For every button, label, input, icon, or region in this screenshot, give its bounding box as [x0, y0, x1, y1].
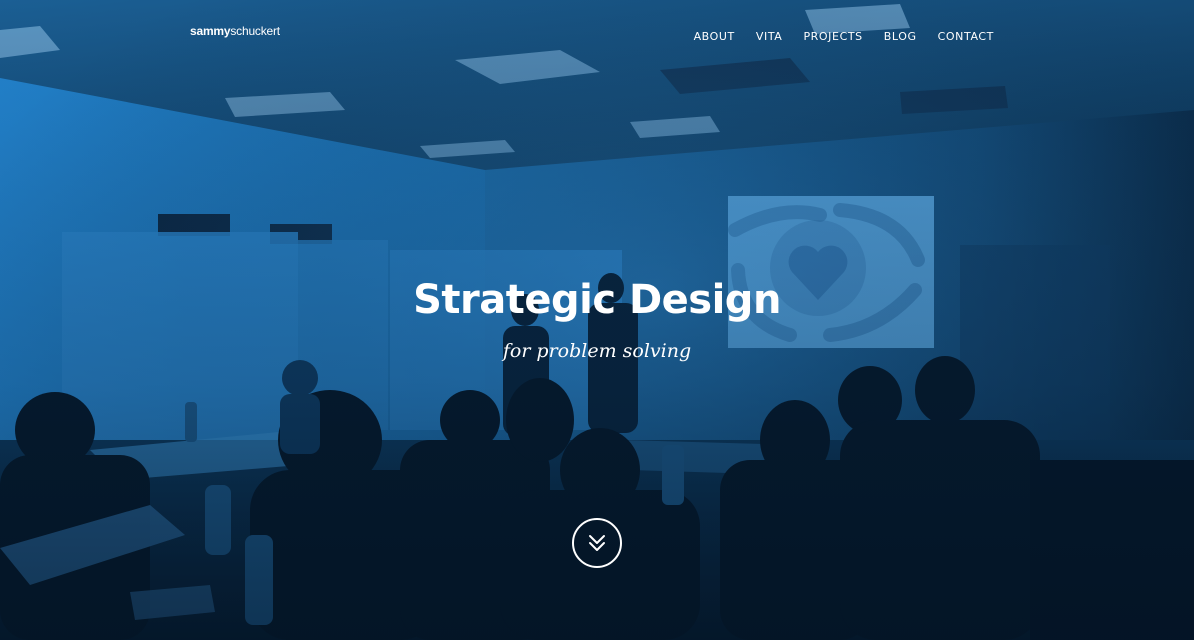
nav-link-projects[interactable]: PROJECTS — [803, 30, 862, 43]
double-chevron-down-icon — [589, 535, 605, 551]
nav-item-about: ABOUT — [694, 25, 735, 44]
main-nav: ABOUT VITA PROJECTS BLOG CONTACT — [673, 25, 994, 44]
hero-section: sammyschuckert ABOUT VITA PROJECTS BLOG … — [0, 0, 1194, 640]
hero-title: Strategic Design — [413, 277, 781, 323]
nav-link-contact[interactable]: CONTACT — [938, 30, 994, 43]
site-logo[interactable]: sammyschuckert — [190, 24, 280, 38]
scroll-down-button[interactable] — [572, 518, 622, 568]
hero-subtitle: for problem solving — [502, 340, 692, 362]
nav-item-projects: PROJECTS — [803, 25, 862, 44]
nav-link-about[interactable]: ABOUT — [694, 30, 735, 43]
logo-first-name: sammy — [190, 24, 231, 38]
nav-link-vita[interactable]: VITA — [756, 30, 783, 43]
nav-item-contact: CONTACT — [938, 25, 994, 44]
nav-item-blog: BLOG — [884, 25, 917, 44]
top-navigation-bar: sammyschuckert ABOUT VITA PROJECTS BLOG … — [0, 0, 1194, 64]
nav-link-blog[interactable]: BLOG — [884, 30, 917, 43]
nav-item-vita: VITA — [756, 25, 783, 44]
logo-last-name: schuckert — [230, 24, 280, 38]
